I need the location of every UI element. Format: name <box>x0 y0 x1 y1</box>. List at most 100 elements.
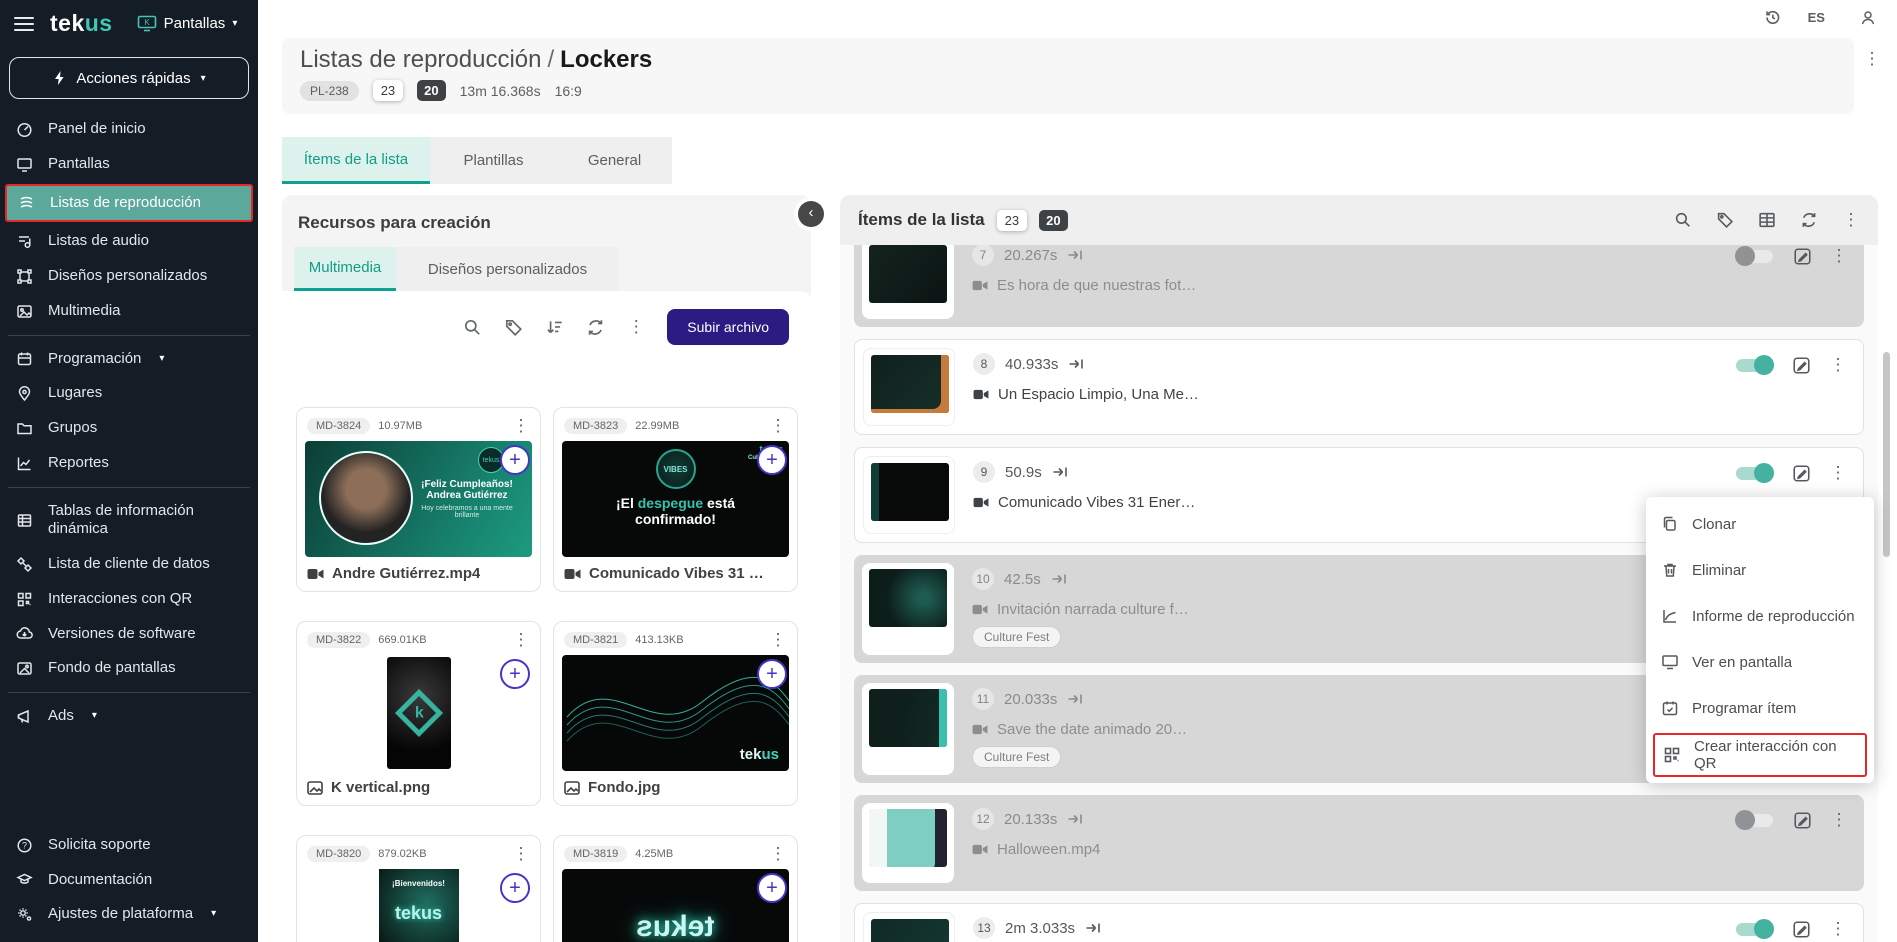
media-card[interactable]: MD-3823 22.99MB ⋮ tekusCulture Fest VIBE… <box>553 407 798 592</box>
sidebar-item-ajustes-plataforma[interactable]: Ajustes de plataforma ▾ <box>0 897 258 932</box>
media-card[interactable]: MD-3820 879.02KB ⋮ ¡Bienvenidos! tekus + <box>296 835 541 942</box>
item-number: 9 <box>973 461 995 483</box>
media-id-badge: MD-3823 <box>564 418 627 434</box>
item-enabled-toggle[interactable] <box>1734 354 1774 376</box>
add-to-list-button[interactable]: + <box>500 659 530 689</box>
skip-to-end-icon[interactable] <box>1067 248 1083 262</box>
sidebar-item-ads[interactable]: Ads ▾ <box>0 699 258 734</box>
tab-general[interactable]: General <box>557 137 672 184</box>
menu-item-informe-de-reproduccion[interactable]: Informe de reproducción <box>1646 593 1874 639</box>
tag-icon[interactable] <box>1716 211 1734 229</box>
item-name: Save the date animado 20… <box>997 721 1187 738</box>
media-card[interactable]: MD-3819 4.25MB ⋮ tekus + <box>553 835 798 942</box>
refresh-icon[interactable] <box>586 318 605 337</box>
sidebar-item-reportes[interactable]: Reportes <box>0 446 258 481</box>
search-icon[interactable] <box>463 318 482 337</box>
item-enabled-toggle[interactable] <box>1735 809 1775 831</box>
page-kebab-menu[interactable]: ⋮ <box>1863 48 1881 70</box>
scrollbar-thumb[interactable] <box>1883 352 1890 557</box>
media-card[interactable]: MD-3824 10.97MB ⋮ tekus ¡Feliz Cumpleaño… <box>296 407 541 592</box>
history-icon[interactable] <box>1763 8 1782 27</box>
skip-to-end-icon[interactable] <box>1067 692 1083 706</box>
sidebar-item-lugares[interactable]: Lugares <box>0 376 258 411</box>
item-enabled-toggle[interactable] <box>1734 462 1774 484</box>
add-to-list-button[interactable]: + <box>757 873 787 903</box>
search-icon[interactable] <box>1674 211 1692 229</box>
sidebar-item-grupos[interactable]: Grupos <box>0 411 258 446</box>
sidebar-item-multimedia[interactable]: Multimedia <box>0 294 258 329</box>
list-kebab-menu[interactable]: ⋮ <box>1842 209 1860 231</box>
edit-icon[interactable] <box>1793 247 1812 266</box>
context-switcher[interactable]: K Pantallas ▾ <box>137 15 238 32</box>
item-enabled-toggle[interactable] <box>1735 245 1775 267</box>
item-kebab-menu[interactable]: ⋮ <box>1830 245 1848 267</box>
media-thumbnail: tekus + <box>562 869 789 942</box>
sidebar-item-pantallas[interactable]: Pantallas <box>0 147 258 182</box>
list-item-row[interactable]: 12 20.133s Halloween.mp4 ⋮ <box>854 795 1864 891</box>
sidebar-item-listas-de-reproduccion[interactable]: Listas de reproducción <box>5 184 253 223</box>
playlist-duration: 13m 16.368s <box>460 83 541 99</box>
media-kebab-menu[interactable]: ⋮ <box>512 629 530 651</box>
upload-file-button[interactable]: Subir archivo <box>667 309 789 345</box>
skip-to-end-icon[interactable] <box>1085 921 1101 935</box>
add-to-list-button[interactable]: + <box>757 659 787 689</box>
media-kebab-menu[interactable]: ⋮ <box>769 843 787 865</box>
media-card[interactable]: MD-3821 413.13KB ⋮ tekus <box>553 621 798 806</box>
quick-actions-button[interactable]: Acciones rápidas ▾ <box>9 57 249 99</box>
sidebar-item-tablas-informacion-dinamica[interactable]: Tablas de información dinámica <box>0 494 240 548</box>
skip-to-end-icon[interactable] <box>1068 357 1084 371</box>
tab-multimedia[interactable]: Multimedia <box>294 247 396 291</box>
sidebar-item-versiones-software[interactable]: Versiones de software <box>0 617 258 652</box>
language-selector[interactable]: ES▾ <box>1808 10 1833 25</box>
sidebar-item-solicita-soporte[interactable]: ? Solicita soporte <box>0 828 258 863</box>
menu-item-programar-item[interactable]: Programar ítem <box>1646 685 1874 731</box>
collapse-panel-button[interactable]: ‹ <box>798 201 824 227</box>
list-item-row[interactable]: 7 20.267s Es hora de que nuestras fot… ⋮ <box>854 245 1864 327</box>
item-kebab-menu[interactable]: ⋮ <box>1829 918 1847 940</box>
list-item-row[interactable]: 8 40.933s Un Espacio Limpio, Una Me… ⋮ <box>854 339 1864 435</box>
skip-to-end-icon[interactable] <box>1051 572 1067 586</box>
resources-kebab-menu[interactable]: ⋮ <box>627 316 645 338</box>
sidebar-item-disenos-personalizados[interactable]: Diseños personalizados <box>0 259 258 294</box>
item-kebab-menu[interactable]: ⋮ <box>1829 462 1847 484</box>
add-to-list-button[interactable]: + <box>500 873 530 903</box>
sidebar-item-programacion[interactable]: Programación ▾ <box>0 342 258 377</box>
breadcrumb-parent[interactable]: Listas de reproducción <box>300 46 541 73</box>
edit-icon[interactable] <box>1792 464 1811 483</box>
sidebar-item-documentacion[interactable]: Documentación <box>0 863 258 898</box>
add-to-list-button[interactable]: + <box>757 445 787 475</box>
menu-item-crear-interaccion-con-qr[interactable]: Crear interacción con QR <box>1653 733 1867 777</box>
edit-icon[interactable] <box>1793 811 1812 830</box>
sort-icon[interactable] <box>545 318 564 337</box>
refresh-icon[interactable] <box>1800 211 1818 229</box>
media-kebab-menu[interactable]: ⋮ <box>769 415 787 437</box>
menu-item-eliminar[interactable]: Eliminar <box>1646 547 1874 593</box>
tag-icon[interactable] <box>504 318 523 337</box>
tab-plantillas[interactable]: Plantillas <box>430 137 557 184</box>
edit-icon[interactable] <box>1792 356 1811 375</box>
item-enabled-toggle[interactable] <box>1734 918 1774 940</box>
edit-icon[interactable] <box>1792 920 1811 939</box>
tab-disenos-personalizados[interactable]: Diseños personalizados <box>396 247 619 291</box>
media-card[interactable]: MD-3822 669.01KB ⋮ k + K vertical.png <box>296 621 541 806</box>
add-to-list-button[interactable]: + <box>500 445 530 475</box>
hamburger-menu-icon[interactable] <box>14 17 34 31</box>
skip-to-end-icon[interactable] <box>1052 465 1068 479</box>
table-view-icon[interactable] <box>1758 211 1776 229</box>
media-kebab-menu[interactable]: ⋮ <box>512 415 530 437</box>
sidebar-item-listas-de-audio[interactable]: Listas de audio <box>0 224 258 259</box>
item-kebab-menu[interactable]: ⋮ <box>1830 809 1848 831</box>
item-kebab-menu[interactable]: ⋮ <box>1829 354 1847 376</box>
list-item-row[interactable]: 13 2m 3.033s ⋮ <box>854 903 1864 942</box>
tab-items-de-la-lista[interactable]: Ítems de la lista <box>282 137 430 184</box>
sidebar-item-interacciones-qr[interactable]: Interacciones con QR <box>0 582 258 617</box>
media-kebab-menu[interactable]: ⋮ <box>769 629 787 651</box>
media-kebab-menu[interactable]: ⋮ <box>512 843 530 865</box>
sidebar-item-lista-cliente-datos[interactable]: Lista de cliente de datos <box>0 547 258 582</box>
skip-to-end-icon[interactable] <box>1067 812 1083 826</box>
sidebar-item-panel-de-inicio[interactable]: Panel de inicio <box>0 112 258 147</box>
user-icon[interactable] <box>1859 9 1877 27</box>
menu-item-clonar[interactable]: Clonar <box>1646 501 1874 547</box>
sidebar-item-fondo-pantallas[interactable]: Fondo de pantallas <box>0 651 258 686</box>
menu-item-ver-en-pantalla[interactable]: Ver en pantalla <box>1646 639 1874 685</box>
